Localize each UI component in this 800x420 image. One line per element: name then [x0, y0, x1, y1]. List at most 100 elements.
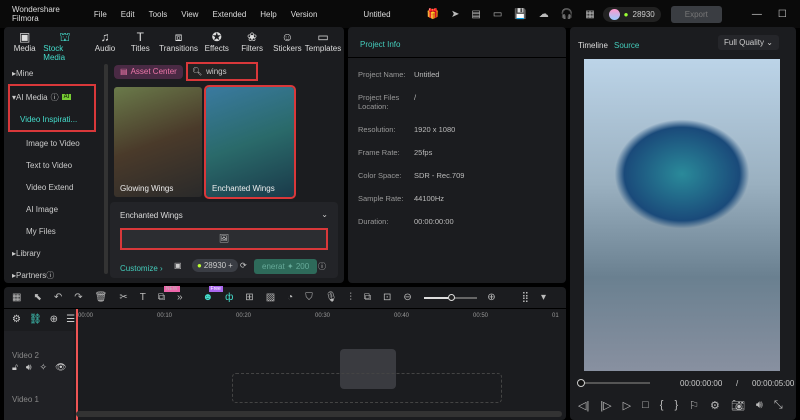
more-icon[interactable]: »	[177, 292, 183, 303]
link-icon[interactable]: ⛓	[29, 314, 42, 325]
volume-icon[interactable]: 🔊︎	[756, 399, 763, 412]
sidebar-item-5[interactable]: Video Extend	[6, 176, 102, 198]
mic-icon[interactable]: 🎙︎	[325, 292, 338, 303]
marker-icon[interactable]: ⚐	[689, 399, 699, 412]
cloud-icon[interactable]: ☁	[539, 9, 549, 20]
timeline-scrollbar[interactable]	[76, 411, 562, 417]
toolbar-stickers[interactable]: ☺ Stickers	[271, 30, 304, 62]
menu-view[interactable]: View	[181, 10, 198, 19]
prev-frame-icon[interactable]: ◁|	[578, 399, 589, 412]
mixer-icon[interactable]: ⫶	[349, 292, 352, 303]
image-settings-icon[interactable]: ▣	[174, 261, 182, 270]
split-icon[interactable]: ф	[225, 292, 233, 303]
dropdown-icon[interactable]: ▾	[541, 292, 546, 303]
text-icon[interactable]: T	[140, 292, 146, 303]
sidebar-item-9[interactable]: ▸ Partners ⓘ	[6, 264, 102, 286]
sticker-icon[interactable]: ⊞	[245, 292, 253, 303]
lock-icon[interactable]: 🔓︎	[12, 362, 18, 373]
select-tool-icon[interactable]: ⬉	[33, 292, 41, 303]
sidebar-item-2[interactable]: Video Inspirati...	[10, 108, 94, 130]
sidebar-item-1[interactable]: ▾ AI Media ⓘ AI	[10, 86, 94, 108]
image-icon[interactable]: ▨	[266, 292, 275, 303]
zoom-out-icon[interactable]: ⊖	[403, 292, 411, 303]
generate-button[interactable]: enerat ✦ 200	[254, 259, 318, 274]
credits-pill[interactable]: ● 28930	[602, 6, 661, 22]
add-track-icon[interactable]: ⊕	[50, 314, 58, 325]
next-frame-icon[interactable]: |▷	[600, 399, 611, 412]
image-upload-area[interactable]: 🖼︎	[120, 228, 328, 250]
minimize-icon[interactable]: —	[752, 9, 762, 20]
play-icon[interactable]: ▷	[623, 399, 631, 412]
audio-icon[interactable]: 🔊︎	[26, 362, 32, 373]
sidebar-item-7[interactable]: My Files	[6, 220, 102, 242]
toolbar-titles[interactable]: T Titles	[124, 30, 157, 62]
stop-icon[interactable]: □	[642, 399, 649, 412]
support-icon[interactable]: 🎧	[561, 9, 573, 20]
apps-icon[interactable]: ▦	[585, 9, 594, 20]
video-preview[interactable]	[584, 59, 780, 371]
menu-version[interactable]: Version	[291, 10, 318, 19]
drop-zone[interactable]	[232, 373, 502, 403]
menu-extended[interactable]: Extended	[212, 10, 246, 19]
toolbar-templates[interactable]: ▭ Templates	[305, 30, 341, 62]
crop-icon[interactable]: ⧉ NEW	[158, 286, 180, 303]
customize-link[interactable]: Customize ›	[120, 264, 163, 273]
layout-grid-icon[interactable]: ▦	[12, 292, 21, 303]
eye-icon[interactable]: 👁︎	[55, 362, 66, 373]
sidebar-item-6[interactable]: AI Image	[6, 198, 102, 220]
undo-icon[interactable]: ↶	[54, 292, 62, 303]
avatar[interactable]	[608, 8, 620, 20]
tab-timeline[interactable]: Timeline	[578, 41, 608, 50]
track-layout-icon[interactable]: ☰	[66, 314, 75, 325]
task-icon[interactable]: ▤	[471, 9, 480, 20]
grid-menu-icon[interactable]: ⣿	[522, 292, 529, 303]
maximize-icon[interactable]: ☐	[778, 9, 787, 20]
mark-out-icon[interactable]: }	[674, 399, 678, 412]
asset-center-button[interactable]: ▤ Asset Center	[114, 65, 183, 79]
result-card-glowing-wings[interactable]: Glowing Wings	[114, 87, 202, 197]
toolbar-audio[interactable]: ♫ Audio	[88, 30, 121, 62]
shield-icon[interactable]: ⛉	[305, 292, 313, 303]
playhead[interactable]	[76, 309, 78, 420]
layout-icon[interactable]: ▭	[493, 9, 502, 20]
replace-icon[interactable]: ⧉	[364, 292, 371, 303]
playback-slider[interactable]	[577, 379, 650, 387]
mark-in-icon[interactable]: {	[660, 399, 664, 412]
cut-icon[interactable]: ✂	[119, 292, 127, 303]
zoom-slider[interactable]	[423, 293, 478, 301]
toolbar-media[interactable]: ▣ Media	[8, 30, 41, 62]
gift-icon[interactable]: 🎁	[427, 9, 439, 20]
snapshot-icon[interactable]: 📷︎	[731, 399, 745, 412]
chevron-down-icon[interactable]: ⌄	[321, 210, 328, 219]
sidebar-item-4[interactable]: Text to Video	[6, 154, 102, 176]
send-icon[interactable]: ➤	[451, 9, 459, 20]
export-button[interactable]: Export	[670, 5, 722, 23]
toolbar-effects[interactable]: ✪ Effects	[200, 30, 233, 62]
toolbar-transitions[interactable]: ⧈ Transitions	[159, 30, 198, 62]
settings-icon[interactable]: ⚙	[12, 314, 21, 325]
sidebar-scrollbar[interactable]	[104, 64, 108, 274]
redo-icon[interactable]: ↷	[74, 292, 82, 303]
help-icon[interactable]: ⓘ	[318, 261, 326, 272]
toolbar-stock-media[interactable]: ⛫ Stock Media	[43, 30, 86, 62]
speed-icon[interactable]: ◔	[287, 292, 293, 303]
delete-icon[interactable]: 🗑︎	[95, 292, 108, 303]
sidebar-item-8[interactable]: ▸ Library	[6, 242, 102, 264]
ai-copilot-icon[interactable]: ☻ Free	[203, 286, 223, 303]
save-icon[interactable]: 💾	[514, 9, 526, 20]
menu-edit[interactable]: Edit	[121, 10, 135, 19]
quality-select[interactable]: Full Quality ⌄	[718, 35, 779, 50]
refresh-icon[interactable]: ⟳	[240, 261, 247, 270]
sidebar-item-3[interactable]: Image to Video	[6, 132, 102, 154]
menu-tools[interactable]: Tools	[149, 10, 168, 19]
menu-file[interactable]: File	[94, 10, 107, 19]
search-input[interactable]: 🔍︎ wings	[186, 62, 258, 81]
settings-icon[interactable]: ⚙	[710, 399, 720, 412]
credits-pill[interactable]: ● 28930 +	[192, 259, 238, 272]
sidebar-item-0[interactable]: ▸ Mine	[6, 62, 102, 84]
menu-help[interactable]: Help	[260, 10, 276, 19]
time-ruler[interactable]: 00:00 00:10 00:20 00:30 00:40 00:50 01	[78, 313, 564, 327]
result-card-enchanted-wings[interactable]: Enchanted Wings	[204, 85, 296, 199]
fit-icon[interactable]: ⊡	[383, 292, 391, 303]
fullscreen-icon[interactable]: ⤡	[774, 399, 783, 412]
